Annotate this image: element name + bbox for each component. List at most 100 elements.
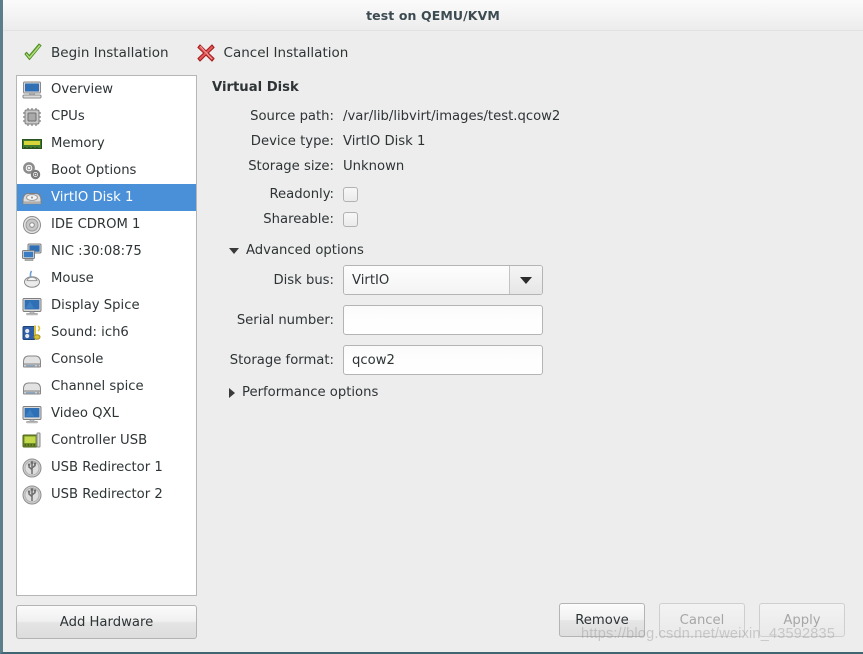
apply-button[interactable]: Apply xyxy=(759,603,845,637)
disk-bus-dropdown-arrow[interactable] xyxy=(509,266,542,294)
storage-format-row: Storage format: qcow2 xyxy=(212,345,863,375)
begin-installation-label: Begin Installation xyxy=(51,45,169,61)
sidebar-item-label: USB Redirector 2 xyxy=(51,487,163,502)
apply-label: Apply xyxy=(783,612,821,628)
sidebar-item-sound-ich6[interactable]: Sound: ich6 xyxy=(17,319,196,346)
sidebar-item-label: Channel spice xyxy=(51,379,144,394)
remove-button[interactable]: Remove xyxy=(559,603,645,637)
panel-title: Virtual Disk xyxy=(212,80,299,95)
chevron-down-icon xyxy=(520,276,532,284)
sidebar-item-display-spice[interactable]: Display Spice xyxy=(17,292,196,319)
sidebar-item-mouse[interactable]: Mouse xyxy=(17,265,196,292)
left-column: Overview CPUs Memory Boot Options VirtIO Dis… xyxy=(16,75,197,654)
performance-options-expander[interactable]: Performance options xyxy=(229,385,863,400)
sidebar-item-label: IDE CDROM 1 xyxy=(51,217,141,232)
sound-speaker-icon xyxy=(22,324,41,340)
usb-icon xyxy=(22,485,42,504)
source-path-value: /var/lib/libvirt/images/test.qcow2 xyxy=(343,109,561,124)
sidebar-item-label: Memory xyxy=(51,136,105,151)
performance-options-label: Performance options xyxy=(242,385,379,400)
add-hardware-label: Add Hardware xyxy=(59,614,154,630)
storage-size-value: Unknown xyxy=(343,159,405,174)
device-type-value: VirtIO Disk 1 xyxy=(343,134,426,149)
shareable-checkbox[interactable] xyxy=(343,212,358,227)
sidebar-item-video-qxl[interactable]: Video QXL xyxy=(17,400,196,427)
cancel-button[interactable]: Cancel xyxy=(659,603,745,637)
sidebar-item-usb-redirector-1[interactable]: USB Redirector 1 xyxy=(17,454,196,481)
title-bar: test on QEMU/KVM xyxy=(3,0,863,31)
sidebar-item-console[interactable]: Console xyxy=(17,346,196,373)
detail-row-device-type: Device type: VirtIO Disk 1 xyxy=(212,131,863,152)
cdrom-disc-icon xyxy=(23,215,41,234)
usb-icon xyxy=(22,458,42,477)
sidebar-item-label: Overview xyxy=(51,82,114,97)
cpu-chip-icon xyxy=(23,107,41,126)
red-x-icon xyxy=(196,44,215,62)
controller-card-icon xyxy=(22,432,41,447)
readonly-checkbox[interactable] xyxy=(343,187,358,202)
sidebar-item-label: Sound: ich6 xyxy=(51,325,129,340)
triangle-down-icon xyxy=(229,247,239,254)
serial-number-row: Serial number: xyxy=(212,305,863,335)
details-panel: Virtual Disk Source path: /var/lib/libvi… xyxy=(197,75,863,654)
network-card-icon xyxy=(22,243,42,261)
sidebar-item-label: Controller USB xyxy=(51,433,148,448)
detail-row-readonly: Readonly: xyxy=(212,184,863,205)
detail-row-shareable: Shareable: xyxy=(212,209,863,230)
sidebar-item-cpus[interactable]: CPUs xyxy=(17,103,196,130)
source-path-label: Source path: xyxy=(250,109,334,124)
disk-bus-label: Disk bus: xyxy=(273,272,334,288)
sidebar-item-virtio-disk-1[interactable]: VirtIO Disk 1 xyxy=(17,184,196,211)
sidebar-item-nic-30-08-75[interactable]: NIC :30:08:75 xyxy=(17,238,196,265)
sidebar-item-overview[interactable]: Overview xyxy=(17,76,196,103)
serial-number-label: Serial number: xyxy=(236,312,334,328)
sidebar-item-label: Mouse xyxy=(51,271,94,286)
readonly-label: Readonly: xyxy=(269,187,334,202)
advanced-options-label: Advanced options xyxy=(246,243,364,258)
sidebar-item-label: NIC :30:08:75 xyxy=(51,244,142,259)
storage-size-label: Storage size: xyxy=(248,159,334,174)
channel-device-icon xyxy=(23,382,41,394)
action-buttons: Remove Cancel Apply xyxy=(559,603,845,637)
sidebar-item-label: USB Redirector 1 xyxy=(51,460,163,475)
sidebar-item-ide-cdrom-1[interactable]: IDE CDROM 1 xyxy=(17,211,196,238)
detail-row-source-path: Source path: /var/lib/libvirt/images/tes… xyxy=(212,106,863,127)
begin-installation-button[interactable]: Begin Installation xyxy=(19,40,172,66)
sidebar-item-label: Display Spice xyxy=(51,298,140,313)
detail-row-storage-size: Storage size: Unknown xyxy=(212,156,863,177)
device-type-label: Device type: xyxy=(250,134,334,149)
harddisk-icon xyxy=(22,192,42,204)
sidebar-item-label: Video QXL xyxy=(51,406,119,421)
sidebar-item-label: CPUs xyxy=(51,109,85,124)
sidebar-item-label: Boot Options xyxy=(51,163,137,178)
cancel-label: Cancel xyxy=(679,612,725,628)
triangle-right-icon xyxy=(229,387,235,398)
virt-manager-window: test on QEMU/KVM Begin Installation Canc… xyxy=(0,0,863,654)
gears-icon xyxy=(23,161,41,179)
toolbar: Begin Installation Cancel Installation xyxy=(3,31,863,75)
sidebar-item-usb-redirector-2[interactable]: USB Redirector 2 xyxy=(17,481,196,508)
content-area: Overview CPUs Memory Boot Options VirtIO Dis… xyxy=(3,75,863,654)
storage-format-input[interactable]: qcow2 xyxy=(343,345,543,375)
disk-bus-select[interactable]: VirtIO xyxy=(343,265,543,295)
mouse-icon xyxy=(24,270,40,288)
advanced-options-expander[interactable]: Advanced options xyxy=(229,243,863,258)
cancel-installation-button[interactable]: Cancel Installation xyxy=(192,40,352,66)
cancel-installation-label: Cancel Installation xyxy=(223,45,349,61)
serial-number-input[interactable] xyxy=(343,305,543,335)
sidebar-item-boot-options[interactable]: Boot Options xyxy=(17,157,196,184)
hardware-device-list[interactable]: Overview CPUs Memory Boot Options VirtIO Dis… xyxy=(16,75,197,596)
sidebar-item-controller-usb[interactable]: Controller USB xyxy=(17,427,196,454)
sidebar-item-channel-spice[interactable]: Channel spice xyxy=(17,373,196,400)
sidebar-item-memory[interactable]: Memory xyxy=(17,130,196,157)
computer-icon xyxy=(22,81,42,98)
add-hardware-button[interactable]: Add Hardware xyxy=(16,605,197,639)
disk-bus-row: Disk bus: VirtIO xyxy=(212,265,863,295)
disk-bus-value: VirtIO xyxy=(344,266,509,294)
window-title: test on QEMU/KVM xyxy=(366,7,500,23)
console-device-icon xyxy=(23,355,41,367)
shareable-label: Shareable: xyxy=(263,212,334,227)
storage-format-label: Storage format: xyxy=(229,352,334,368)
green-check-icon xyxy=(24,43,42,60)
remove-label: Remove xyxy=(575,612,629,628)
